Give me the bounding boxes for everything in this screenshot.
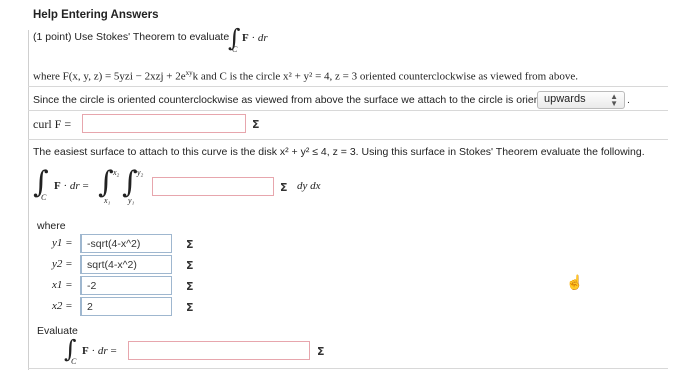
surface-text: The easiest surface to attach to this cu… [33,146,645,158]
outer-integral-symbol: ∫ [98,165,114,200]
sigma-icon[interactable]: Σ [186,301,194,314]
select-arrows-icon: ▲ ▼ [610,92,618,108]
evaluate-input[interactable] [128,341,310,360]
sigma-icon[interactable]: Σ [280,181,288,194]
orientation-text: Since the circle is oriented countercloc… [33,94,555,106]
limit-label-y2: y2 = [52,258,73,270]
sigma-icon[interactable]: Σ [317,345,325,358]
upper-limit-y2: y₂ [137,168,144,177]
intro-text: (1 point) Use Stokes' Theorem to evaluat… [33,31,230,43]
hand-cursor-icon: ☝ [566,274,584,290]
vector-field-definition: where F(x, y, z) = 5yzi − 2xzj + 2exyk a… [33,69,578,83]
limit-label-x1: x1 = [52,279,73,291]
sigma-icon[interactable]: Σ [186,238,194,251]
divider [28,139,668,140]
integrand-f-dr: F · dr = [82,345,117,357]
integrand-f-dr: F · dr = [54,180,89,192]
integral-subscript-c: C [71,357,77,366]
divider [28,110,668,111]
x2-input[interactable]: 2 [80,297,172,316]
lower-limit-y1: y₁ [128,196,135,205]
dy-dx: dy dx [297,180,321,192]
limit-label-x2: x2 = [52,300,73,312]
left-rule [28,30,29,370]
inner-integral-symbol: ∫ [122,165,138,200]
limit-label-y1: y1 = [52,237,73,249]
lower-limit-x1: x₁ [104,196,111,205]
y1-input[interactable]: -sqrt(4-x^2) [80,234,172,253]
curl-label: curl F = [33,117,72,131]
integral-subscript-c: C [41,193,47,202]
curl-input[interactable] [82,114,246,133]
x1-input[interactable]: -2 [80,276,172,295]
integrand-f-dr: F · dr [242,32,268,44]
upper-limit-x2: x₂ [113,168,120,177]
sigma-icon[interactable]: Σ [186,259,194,272]
y2-input[interactable]: sqrt(4-x^2) [80,255,172,274]
period: . [627,94,630,106]
sigma-icon[interactable]: Σ [186,280,194,293]
divider [28,368,668,369]
sigma-icon[interactable]: Σ [252,118,260,131]
integral-subscript-c: C [232,45,238,54]
orientation-select[interactable]: upwards ▲ ▼ [537,91,625,109]
where-label: where [37,220,66,232]
integrand-input[interactable] [152,177,274,196]
divider [28,86,668,87]
page-title: Help Entering Answers [33,9,159,21]
